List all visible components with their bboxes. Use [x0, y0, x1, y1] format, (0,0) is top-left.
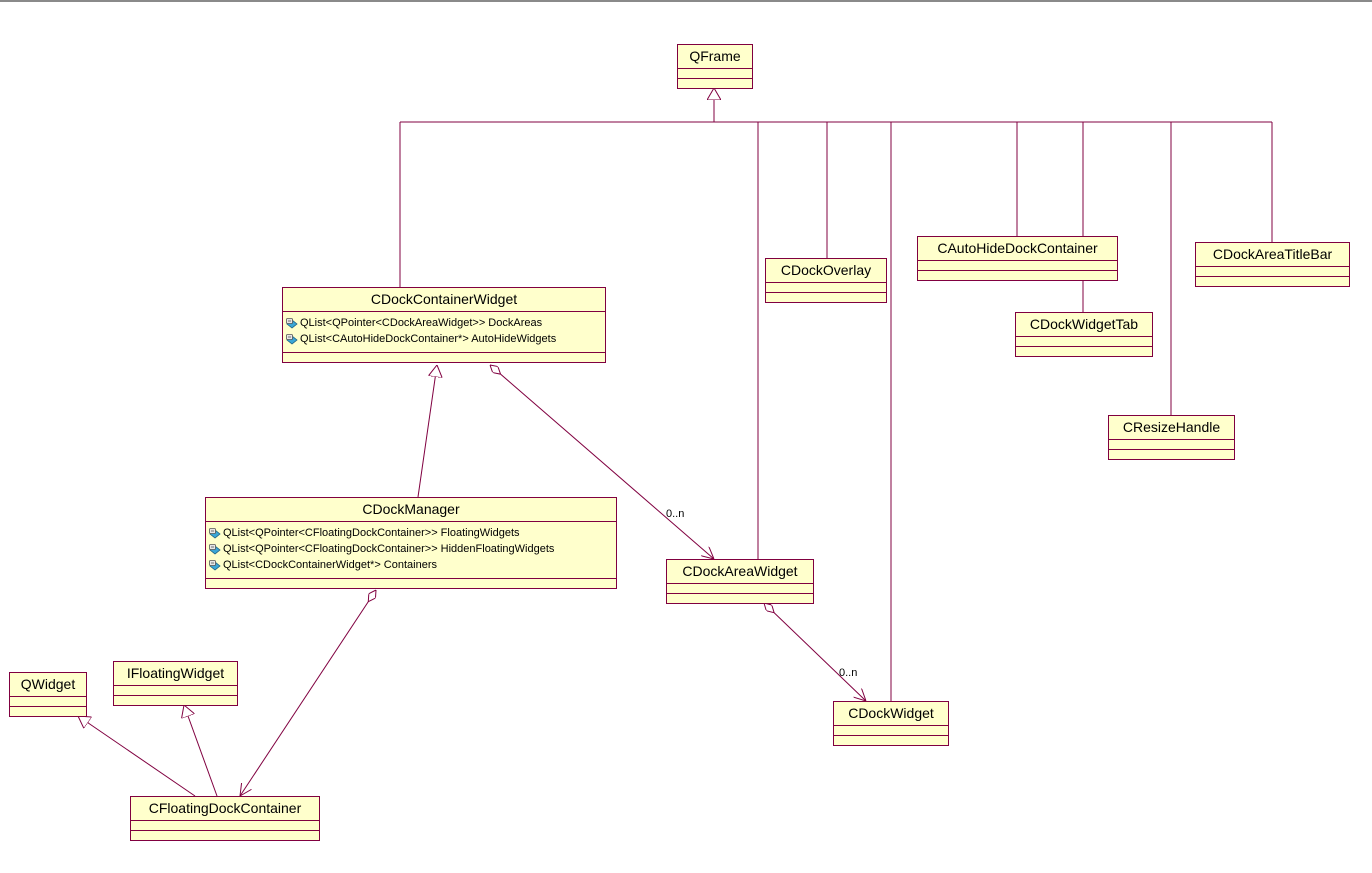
multiplicity-label: 0..n	[839, 667, 858, 679]
operation-compartment	[667, 594, 813, 603]
attribute-compartment: QList<QPointer<CDockAreaWidget>> DockAre…	[283, 312, 605, 353]
operation-compartment	[766, 293, 886, 302]
class-name: QFrame	[678, 45, 752, 69]
attribute-compartment	[10, 697, 86, 707]
class-name: CDockWidget	[834, 702, 948, 726]
operation-compartment	[1016, 347, 1152, 356]
attribute-compartment	[1109, 440, 1234, 450]
attribute-compartment	[766, 283, 886, 293]
class-name: QWidget	[10, 673, 86, 697]
attribute-compartment	[114, 686, 237, 696]
operation-compartment	[1109, 450, 1234, 459]
operation-compartment	[1196, 277, 1349, 286]
inherit-line-floating-to-qwidget	[78, 716, 196, 797]
attribute-compartment	[667, 584, 813, 594]
attribute-text: QList<QPointer<CFloatingDockContainer>> …	[223, 543, 555, 555]
class-dock-widget[interactable]: CDockWidget	[833, 701, 949, 746]
private-attribute-icon	[209, 559, 221, 571]
class-name: CDockWidgetTab	[1016, 313, 1152, 337]
aggregation-area-to-widget	[764, 603, 866, 701]
class-name: IFloatingWidget	[114, 662, 237, 686]
class-name: CFloatingDockContainer	[131, 797, 319, 821]
class-name: CDockAreaTitleBar	[1196, 243, 1349, 267]
class-dock-container-widget[interactable]: CDockContainerWidget QList<QPointer<CDoc…	[282, 287, 606, 363]
class-dock-area-widget[interactable]: CDockAreaWidget	[666, 559, 814, 604]
class-name: CDockManager	[206, 498, 616, 522]
class-auto-hide-dock-container[interactable]: CAutoHideDockContainer	[917, 236, 1118, 281]
class-ifloating-widget[interactable]: IFloatingWidget	[113, 661, 238, 706]
attribute-compartment	[131, 821, 319, 831]
class-dock-area-title-bar[interactable]: CDockAreaTitleBar	[1195, 242, 1350, 287]
class-name: CResizeHandle	[1109, 416, 1234, 440]
attribute-row: QList<CDockContainerWidget*> Containers	[209, 557, 616, 573]
operation-compartment	[114, 696, 237, 705]
operation-compartment	[206, 579, 616, 588]
class-name: CDockContainerWidget	[283, 288, 605, 312]
attribute-row: QList<QPointer<CFloatingDockContainer>> …	[209, 525, 616, 541]
private-attribute-icon	[286, 333, 298, 345]
attribute-text: QList<QPointer<CFloatingDockContainer>> …	[223, 527, 520, 539]
inherit-line-dock-manager	[417, 365, 437, 498]
inherit-line-floating-to-ifloating	[184, 705, 218, 797]
private-attribute-icon	[209, 543, 221, 555]
multiplicity-label: 0..n	[666, 508, 685, 520]
attribute-compartment	[678, 69, 752, 79]
class-qwidget[interactable]: QWidget	[9, 672, 87, 717]
operation-compartment	[678, 79, 752, 88]
class-floating-dock-container[interactable]: CFloatingDockContainer	[130, 796, 320, 841]
attribute-row: QList<QPointer<CDockAreaWidget>> DockAre…	[286, 315, 605, 331]
class-name: CDockOverlay	[766, 259, 886, 283]
aggregation-manager-to-floating	[240, 590, 376, 796]
operation-compartment	[283, 353, 605, 362]
operation-compartment	[918, 271, 1117, 280]
class-qframe[interactable]: QFrame	[677, 44, 753, 89]
attribute-compartment: QList<QPointer<CFloatingDockContainer>> …	[206, 522, 616, 579]
class-name: CAutoHideDockContainer	[918, 237, 1117, 261]
attribute-compartment	[1196, 267, 1349, 277]
operation-compartment	[10, 707, 86, 716]
attribute-row: QList<QPointer<CFloatingDockContainer>> …	[209, 541, 616, 557]
class-dock-manager[interactable]: CDockManager QList<QPointer<CFloatingDoc…	[205, 497, 617, 589]
attribute-text: QList<CAutoHideDockContainer*> AutoHideW…	[300, 333, 557, 345]
class-dock-overlay[interactable]: CDockOverlay	[765, 258, 887, 303]
operation-compartment	[834, 736, 948, 745]
attribute-text: QList<QPointer<CDockAreaWidget>> DockAre…	[300, 317, 543, 329]
private-attribute-icon	[209, 527, 221, 539]
attribute-compartment	[918, 261, 1117, 271]
private-attribute-icon	[286, 317, 298, 329]
attribute-text: QList<CDockContainerWidget*> Containers	[223, 559, 437, 571]
class-dock-widget-tab[interactable]: CDockWidgetTab	[1015, 312, 1153, 357]
class-name: CDockAreaWidget	[667, 560, 813, 584]
attribute-row: QList<CAutoHideDockContainer*> AutoHideW…	[286, 331, 605, 347]
attribute-compartment	[834, 726, 948, 736]
attribute-compartment	[1016, 337, 1152, 347]
class-resize-handle[interactable]: CResizeHandle	[1108, 415, 1235, 460]
operation-compartment	[131, 831, 319, 840]
